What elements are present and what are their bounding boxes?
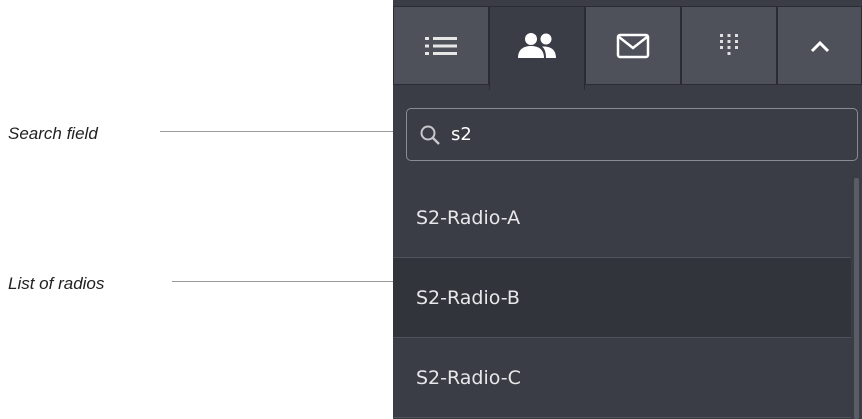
list-item-radio-b[interactable]: S2-Radio-B [393,258,851,338]
radio-name: S2-Radio-B [416,286,520,309]
search-icon [419,124,441,146]
scroll-thumb[interactable] [854,178,859,419]
list-callout-line [172,281,400,282]
mail-icon [616,33,650,58]
dialpad-icon [720,33,738,55]
search-field-callout: Search field [8,124,98,143]
radio-name: S2-Radio-C [416,366,521,389]
tab-collapse[interactable] [777,6,862,85]
chevron-up-icon [810,40,829,52]
search-field-callout-line [160,131,396,132]
search-input[interactable] [449,123,833,146]
list-callout: List of radios [8,274,105,293]
tab-messages[interactable] [585,6,681,85]
tab-list[interactable] [393,6,489,85]
radio-panel: S2-Radio-A S2-Radio-B S2-Radio-C [393,0,862,419]
users-icon [518,32,556,58]
tab-bar [393,6,862,90]
list-item-radio-c[interactable]: S2-Radio-C [393,338,851,418]
tab-dialpad[interactable] [681,6,777,85]
list-icon [425,36,457,55]
radio-name: S2-Radio-A [416,206,521,229]
search-field[interactable] [406,108,858,161]
radio-list: S2-Radio-A S2-Radio-B S2-Radio-C [393,178,862,419]
list-item-radio-a[interactable]: S2-Radio-A [393,178,851,258]
tab-users[interactable] [489,6,585,90]
list-scrollbar[interactable] [851,178,862,419]
